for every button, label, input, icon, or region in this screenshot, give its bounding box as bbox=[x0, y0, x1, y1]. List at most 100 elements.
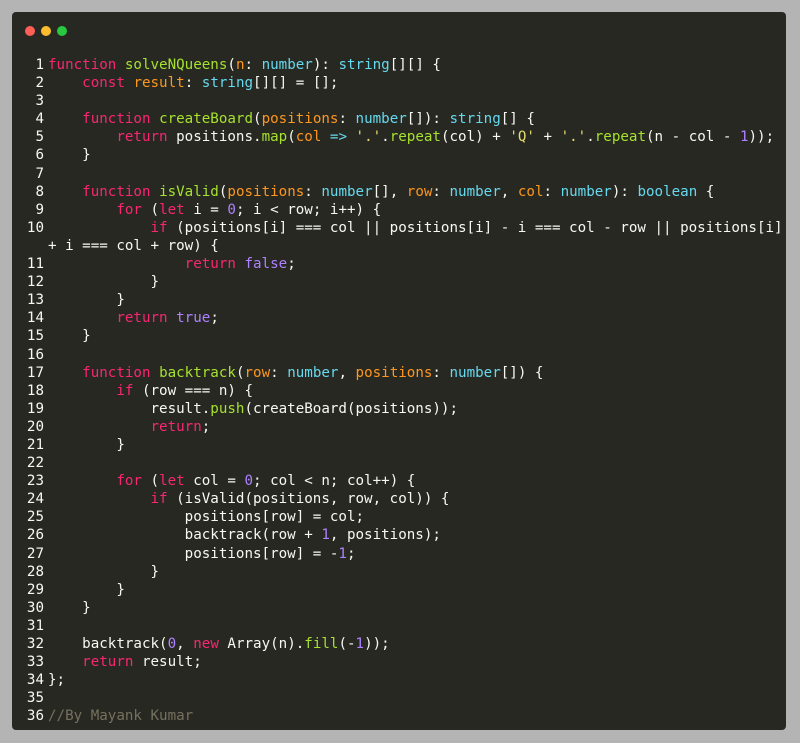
code-token: number bbox=[287, 364, 339, 381]
line-number: 35 bbox=[26, 690, 44, 707]
code-window: 1 function solveNQueens(n: number): strin… bbox=[12, 12, 786, 730]
code-token: ; bbox=[346, 545, 356, 562]
code-token: repeat bbox=[389, 129, 441, 146]
code-token: (isValid(positions, row, col)) { bbox=[167, 491, 450, 508]
code-editor: 1 function solveNQueens(n: number): strin… bbox=[12, 56, 786, 725]
code-text: //By Mayank Kumar bbox=[48, 707, 193, 725]
code-text: for (let col = 0; col < n; col++) { bbox=[48, 472, 415, 490]
code-token: i = bbox=[184, 201, 228, 218]
line-number: 1 bbox=[35, 57, 44, 73]
code-token: }; bbox=[48, 672, 66, 689]
code-token: (createBoard(positions)); bbox=[244, 400, 459, 417]
code-token: (- bbox=[338, 636, 356, 652]
code-line: 29 } bbox=[12, 581, 786, 599]
code-token: map bbox=[261, 129, 288, 146]
maximize-window-button[interactable] bbox=[57, 26, 67, 36]
code-token: ( bbox=[227, 57, 236, 73]
line-number: 12 bbox=[26, 274, 44, 291]
code-token: [][] = []; bbox=[253, 75, 339, 92]
code-token: col bbox=[517, 183, 544, 200]
code-token: col bbox=[295, 129, 322, 146]
code-token: row bbox=[244, 364, 271, 381]
code-token: boolean bbox=[637, 183, 698, 200]
code-line: 5 return positions.map(col => '.'.repeat… bbox=[12, 128, 786, 146]
code-token: return bbox=[184, 256, 236, 273]
code-token: )); bbox=[364, 636, 390, 652]
line-number: 34 bbox=[26, 672, 44, 689]
line-number: 17 bbox=[26, 364, 44, 381]
code-token: result bbox=[133, 75, 185, 92]
code-token: ( bbox=[141, 473, 160, 490]
code-text: const result: string[][] = []; bbox=[48, 74, 338, 92]
code-text: for (let i = 0; i < row; i++) { bbox=[48, 201, 381, 219]
code-token: : bbox=[432, 364, 450, 381]
code-token: solveNQueens bbox=[124, 57, 228, 73]
line-number: 8 bbox=[35, 183, 44, 200]
code-token: new bbox=[193, 636, 219, 652]
line-number: 27 bbox=[26, 545, 44, 562]
code-token: result; bbox=[133, 654, 202, 671]
code-token: fill bbox=[304, 636, 339, 652]
code-token: (positions[i] === col || positions[i] - … bbox=[167, 219, 783, 236]
line-number: 6 bbox=[35, 147, 44, 164]
window-titlebar bbox=[12, 12, 786, 48]
code-token: number bbox=[321, 183, 373, 200]
line-number: 16 bbox=[26, 346, 44, 363]
code-token: col = bbox=[184, 473, 245, 490]
line-number: 5 bbox=[35, 129, 44, 146]
code-token: ( bbox=[253, 111, 262, 128]
code-line: 13 } bbox=[12, 291, 786, 309]
code-line: 8 function isValid(positions: number[], … bbox=[12, 183, 786, 201]
code-token: 1 bbox=[338, 545, 347, 562]
code-token: } bbox=[48, 599, 91, 616]
code-token: backtrack( bbox=[48, 636, 168, 652]
code-token: ; i < row; i++) { bbox=[235, 201, 382, 218]
code-token: if bbox=[116, 382, 134, 399]
code-token: positions. bbox=[167, 129, 262, 146]
code-text: } bbox=[48, 599, 91, 617]
code-line: 4 function createBoard(positions: number… bbox=[12, 110, 786, 128]
code-token: '.' bbox=[560, 129, 587, 146]
code-token: function bbox=[82, 364, 151, 381]
code-text: return false; bbox=[48, 255, 296, 273]
code-token: , bbox=[500, 183, 518, 200]
code-token: ( bbox=[141, 201, 160, 218]
code-token: : bbox=[338, 111, 356, 128]
code-token: } bbox=[48, 147, 91, 164]
code-token: let bbox=[159, 473, 185, 490]
code-token: 0 bbox=[244, 473, 254, 490]
line-number: 31 bbox=[26, 617, 44, 634]
code-line: 27 positions[row] = -1; bbox=[12, 545, 786, 563]
line-number: 22 bbox=[26, 455, 44, 472]
code-token: isValid bbox=[159, 183, 219, 200]
line-number: 19 bbox=[26, 400, 44, 417]
code-token: backtrack(row + bbox=[48, 527, 322, 544]
code-token: createBoard bbox=[159, 111, 254, 128]
code-text: positions[row] = -1; bbox=[48, 545, 356, 563]
code-line: 35 bbox=[12, 689, 786, 707]
close-window-button[interactable] bbox=[25, 26, 35, 36]
line-number: 26 bbox=[26, 527, 44, 544]
code-line: 24 if (isValid(positions, row, col)) { bbox=[12, 490, 786, 508]
code-token: , bbox=[338, 364, 356, 381]
minimize-window-button[interactable] bbox=[41, 26, 51, 36]
code-token: 0 bbox=[227, 201, 236, 218]
code-line: 18 if (row === n) { bbox=[12, 382, 786, 400]
line-number: 21 bbox=[26, 436, 44, 453]
code-token: : bbox=[543, 183, 561, 200]
code-text: backtrack(row + 1, positions); bbox=[48, 526, 441, 544]
code-line: 11 return false; bbox=[12, 255, 786, 273]
code-text: if (positions[i] === col || positions[i]… bbox=[48, 219, 783, 237]
code-token: const bbox=[82, 75, 125, 92]
code-token: function bbox=[82, 183, 151, 200]
code-text: } bbox=[48, 563, 159, 581]
